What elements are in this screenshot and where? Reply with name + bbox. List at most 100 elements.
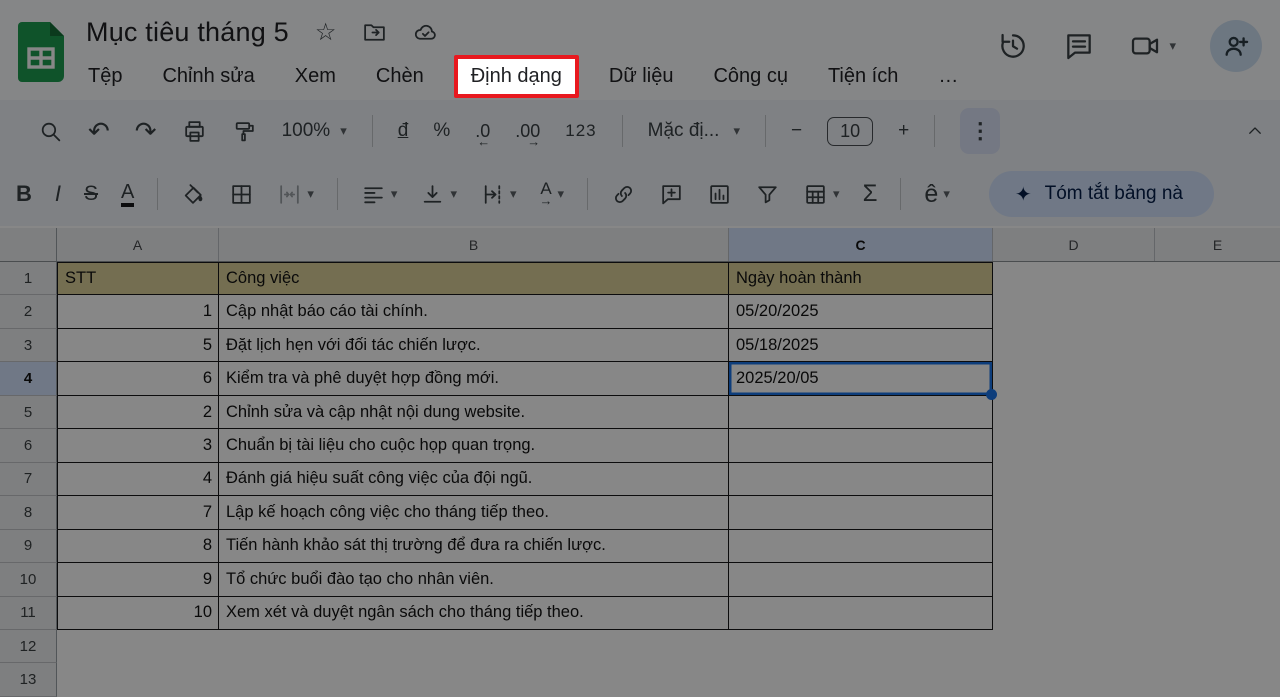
cell-A6[interactable]: 3 [57,429,219,462]
row-header-5[interactable]: 5 [0,396,57,429]
cell-C9[interactable] [729,530,993,563]
row-header-9[interactable]: 9 [0,530,57,563]
text-rotation-button[interactable]: A → ▾ [540,183,565,206]
row-header-1[interactable]: 1 [0,262,57,295]
horizontal-align-button[interactable]: ▾ [361,182,398,207]
menu-overflow[interactable]: … [936,63,960,90]
cell-C13[interactable] [729,663,993,696]
meet-button[interactable]: ▾ [1129,30,1176,62]
vertical-align-button[interactable]: ▾ [420,182,457,207]
fill-color-button[interactable] [181,182,206,207]
move-folder-icon[interactable] [362,20,387,45]
cloud-saved-icon[interactable] [413,20,438,45]
cell-B1[interactable]: Công việc [219,262,729,295]
gemini-summarize-button[interactable]: ✦ Tóm tắt bảng nà [989,171,1214,217]
row-header-7[interactable]: 7 [0,463,57,496]
menu-format-highlighted[interactable]: Định dạng [454,55,579,98]
sheets-logo-icon[interactable] [18,22,64,82]
cell-B11[interactable]: Xem xét và duyệt ngân sách cho tháng tiế… [219,597,729,630]
menu-file[interactable]: Tệp [86,63,124,90]
cell-C7[interactable] [729,463,993,496]
menu-data[interactable]: Dữ liệu [607,63,676,90]
row-header-13[interactable]: 13 [0,663,57,696]
cell-A1[interactable]: STT [57,262,219,295]
version-history-button[interactable] [997,30,1029,62]
cell-D11[interactable] [993,597,1155,630]
row-header-10[interactable]: 10 [0,563,57,596]
cell-A7[interactable]: 4 [57,463,219,496]
increase-decimal-button[interactable]: .00 → [515,121,540,142]
menu-insert[interactable]: Chèn [374,63,426,90]
text-color-button[interactable]: A [121,181,134,207]
cell-D12[interactable] [993,630,1155,663]
cell-A11[interactable]: 10 [57,597,219,630]
share-button[interactable] [1210,20,1262,72]
strikethrough-button[interactable]: S [84,182,98,206]
cell-E5[interactable] [1155,396,1280,429]
cell-E6[interactable] [1155,429,1280,462]
cell-E11[interactable] [1155,597,1280,630]
cell-E1[interactable] [1155,262,1280,295]
cell-B9[interactable]: Tiến hành khảo sát thị trường để đưa ra … [219,530,729,563]
cell-A9[interactable]: 8 [57,530,219,563]
decrease-font-size-button[interactable]: − [791,120,802,142]
cell-E13[interactable] [1155,663,1280,696]
input-tools-button[interactable]: ê ▾ [924,180,949,209]
font-size-input[interactable]: 10 [827,117,873,146]
cell-B6[interactable]: Chuẩn bị tài liệu cho cuộc họp quan trọn… [219,429,729,462]
menu-extensions[interactable]: Tiện ích [826,63,900,90]
row-header-4[interactable]: 4 [0,362,57,395]
cell-A10[interactable]: 9 [57,563,219,596]
cell-D1[interactable] [993,262,1155,295]
cell-A2[interactable]: 1 [57,295,219,328]
insert-link-button[interactable] [611,182,636,207]
cell-C5[interactable] [729,396,993,429]
column-header-D[interactable]: D [993,228,1155,261]
menu-tools[interactable]: Công cụ [711,63,790,90]
paint-format-button[interactable] [232,119,257,144]
insert-chart-button[interactable] [707,182,732,207]
borders-button[interactable] [229,182,254,207]
column-header-E[interactable]: E [1155,228,1280,261]
insert-comment-button[interactable] [659,182,684,207]
cell-C3[interactable]: 05/18/2025 [729,329,993,362]
redo-button[interactable]: ↷ [135,118,157,144]
toolbar-more-button[interactable]: ⋮ [960,108,1000,154]
cell-D10[interactable] [993,563,1155,596]
cell-B2[interactable]: Cập nhật báo cáo tài chính. [219,295,729,328]
cell-D5[interactable] [993,396,1155,429]
cell-E7[interactable] [1155,463,1280,496]
column-header-C[interactable]: C [729,228,993,261]
cell-A13[interactable] [57,663,219,696]
star-icon[interactable]: ☆ [315,18,337,47]
cell-B3[interactable]: Đặt lịch hẹn với đối tác chiến lược. [219,329,729,362]
increase-font-size-button[interactable]: + [898,120,909,142]
row-header-2[interactable]: 2 [0,295,57,328]
cell-C11[interactable] [729,597,993,630]
font-select[interactable]: Mặc đị... ▾ [648,120,740,142]
cell-C4[interactable]: 2025/20/05 [729,362,993,395]
merge-cells-button[interactable]: ▾ [277,182,314,207]
row-header-8[interactable]: 8 [0,496,57,529]
cell-E3[interactable] [1155,329,1280,362]
format-currency-button[interactable]: đ [398,120,409,142]
select-all-corner[interactable] [0,228,57,261]
functions-button[interactable]: Σ [863,180,878,208]
column-header-A[interactable]: A [57,228,219,261]
cell-C6[interactable] [729,429,993,462]
menu-edit[interactable]: Chỉnh sửa [160,63,256,90]
cell-A3[interactable]: 5 [57,329,219,362]
italic-button[interactable]: I [55,181,61,207]
cell-D6[interactable] [993,429,1155,462]
cell-A12[interactable] [57,630,219,663]
cell-B5[interactable]: Chỉnh sửa và cập nhật nội dung website. [219,396,729,429]
cell-A5[interactable]: 2 [57,396,219,429]
decrease-decimal-button[interactable]: .0 ← [475,121,490,142]
cell-D8[interactable] [993,496,1155,529]
row-header-11[interactable]: 11 [0,597,57,630]
cell-E12[interactable] [1155,630,1280,663]
format-percent-button[interactable]: % [433,120,450,142]
row-header-12[interactable]: 12 [0,630,57,663]
cell-C2[interactable]: 05/20/2025 [729,295,993,328]
cell-C8[interactable] [729,496,993,529]
